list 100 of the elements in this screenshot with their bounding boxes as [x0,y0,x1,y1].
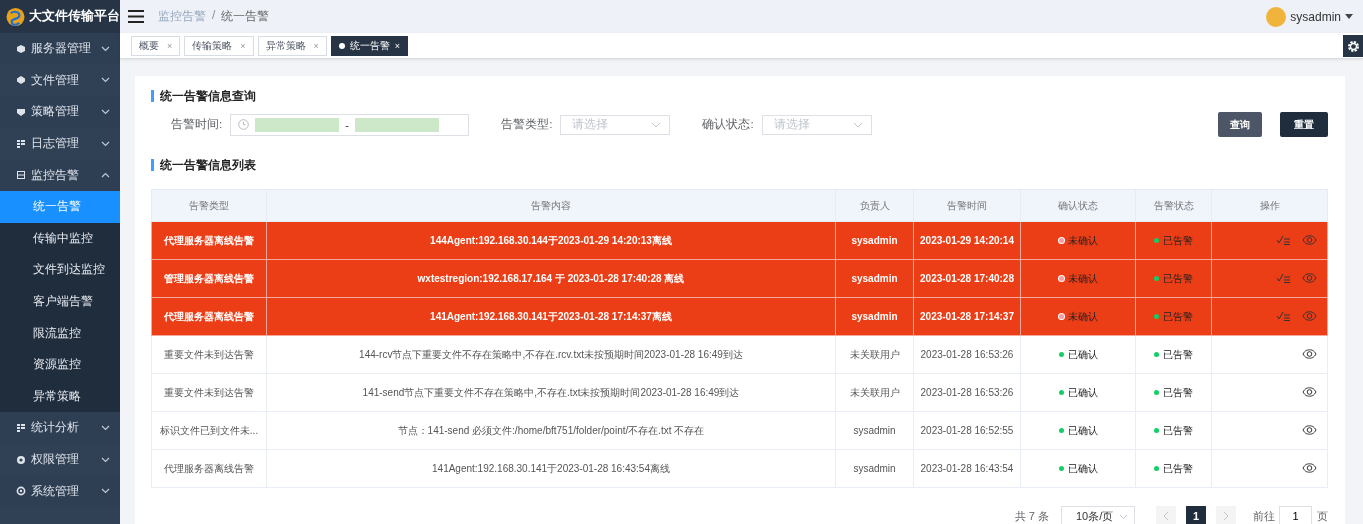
breadcrumb-separator: / [212,8,216,24]
search-button[interactable]: 查询 [1218,112,1262,137]
sidebar-item[interactable]: 资源监控 [0,348,120,381]
total-count: 共 7 条 [1014,508,1049,524]
check-list-icon[interactable] [1276,272,1290,283]
chevron-left-icon [1163,511,1169,521]
close-icon[interactable]: × [394,40,401,51]
field-label: 告警类型: [501,117,553,132]
table-cell: 代理服务器离线告警 [164,310,254,322]
tab-label: 异常策略 [265,38,306,53]
chevron-down-icon [651,121,662,128]
list-icon [16,138,26,149]
table-cell: sysadmin [851,235,898,246]
table-row[interactable]: 代理服务器离线告警 141Agent:192.168.30.141于2023-01-28 17:14:37离线 sysadmin 2023-01-28 17:14:37 未确认 已告警 [151,297,1328,336]
table-cell: 144Agent:192.168.30.144于2023-01-29 14:20:13离线 [430,234,672,246]
sidebar-item[interactable]: 客户端告警 [0,285,120,318]
sidebar-group-label: 统计分析 [31,419,80,437]
sidebar-group[interactable]: 文件管理 [0,64,120,97]
panel-icon [16,170,26,181]
chevron-down-icon [101,77,110,84]
chevron-down-icon [101,456,110,463]
user-name[interactable]: sysadmin [1290,9,1341,24]
shield-icon [16,107,26,117]
reset-button[interactable]: 重置 [1280,112,1328,137]
active-dot-icon [338,42,345,49]
column-header: 告警时间 [913,189,1021,222]
list-icon [16,422,26,433]
check-list-icon[interactable] [1276,310,1290,321]
tab[interactable]: 统一告警 × [330,35,409,56]
table-row[interactable]: 标识文件已到文件未... 节点：141-send 必须文件:/home/bft751/folder/point/不存在.txt 不存在 sysadmin 2023-01-28 16:52:55 已确认 已告警 [151,411,1328,450]
table-cell: sysadmin [851,273,898,284]
logo-icon [6,6,25,27]
table-row[interactable]: 代理服务器离线告警 144Agent:192.168.30.144于2023-01-29 14:20:13离线 sysadmin 2023-01-29 14:20:14 未确认 已告警 [151,221,1328,260]
column-header: 告警状态 [1135,189,1212,222]
goto-label: 前往 [1253,508,1275,524]
sidebar-item[interactable]: 传输中监控 [0,222,120,255]
page-button[interactable]: 1 [1186,506,1206,524]
eye-icon[interactable] [1302,462,1317,473]
table-row[interactable]: 代理服务器离线告警 141Agent:192.168.30.141于2023-01-28 16:43:54离线 sysadmin 2023-01-28 16:43:54 已确认 已告警 [151,449,1328,488]
table-row[interactable]: 重要文件未到达告警 144-rcv节点下重要文件不存在策略中,不存在.rcv.txt未按预期时间2023-01-28 16:49到达 未关联用户 2023-01-28 16:53:26 已确认 已告警 [151,335,1328,374]
status-text: 已告警 [1163,347,1193,362]
status-text: 已告警 [1163,461,1193,476]
table-cell: 2023-01-28 17:40:28 [920,273,1014,284]
sidebar-item[interactable]: 限流监控 [0,317,120,349]
sidebar-group-label: 文件管理 [31,71,80,89]
status-text: 已告警 [1163,271,1193,286]
table-cell: 2023-01-28 16:53:26 [920,349,1014,360]
status-text: 已告警 [1163,423,1193,438]
chevron-down-icon [101,140,110,147]
tab[interactable]: 传输策略 × [184,35,254,56]
tab-label: 传输策略 [192,38,233,53]
status-text: 已确认 [1067,385,1098,400]
chevron-up-icon [101,172,110,179]
clock-icon [238,119,250,130]
tab[interactable]: 概要 × [131,35,181,56]
table-cell: 144-rcv节点下重要文件不存在策略中,不存在.rcv.txt未按预期时间2023-01-28 16:49到达 [359,348,743,360]
chevron-right-icon [1223,511,1229,521]
breadcrumb-item: 统一告警 [221,8,270,25]
status-dot [1154,352,1159,357]
table-cell: 重要文件未到达告警 [164,348,254,360]
tab-label: 统一告警 [349,38,390,53]
table-cell: 未关联用户 [849,386,900,398]
settings-button[interactable] [1343,35,1363,57]
eye-icon[interactable] [1302,386,1317,397]
sidebar-item[interactable]: 异常策略 [0,380,120,413]
section-title: 统一告警信息查询 [151,90,1328,102]
settings-icon [1346,39,1360,53]
status-dot [1154,428,1159,433]
sidebar-group[interactable]: 权限管理 [0,443,120,476]
table-cell: sysadmin [851,311,898,322]
table-cell: 代理服务器离线告警 [164,234,254,246]
page-size-select[interactable]: 10条/页 [1061,506,1135,524]
table-cell: wxtestregion:192.168.17.164 于 2023-01-28 17:40:28 离线 [417,272,685,284]
status-dot [1154,238,1159,243]
tab[interactable]: 异常策略 × [257,35,327,56]
page-input[interactable]: 1 [1279,506,1312,524]
table-cell: 代理服务器离线告警 [164,462,254,474]
eye-icon[interactable] [1302,348,1317,359]
table-cell: 141Agent:192.168.30.141于2023-01-28 17:14:37离线 [430,310,672,322]
menu-icon [128,10,144,23]
field-label: 告警时间: [171,117,223,132]
table-cell: 2023-01-28 16:43:54 [920,463,1014,474]
status-text: 未确认 [1067,271,1098,286]
sidebar-group[interactable]: 日志管理 [0,127,120,160]
status-text: 已告警 [1163,233,1193,248]
date-range-field[interactable]: - [230,113,470,136]
table-cell: sysadmin [853,425,896,436]
status-text: 已告警 [1163,309,1193,324]
table-cell: 未关联用户 [849,348,900,360]
table-row[interactable]: 重要文件未到达告警 141-send节点下重要文件不存在策略中,不存在.txt未按预期时间2023-01-28 16:49到达 未关联用户 2023-01-28 16:53:26 已确认 已告警 [151,373,1328,412]
sidebar-group-label: 日志管理 [31,135,80,153]
sidebar-group-label: 系统管理 [31,482,80,500]
chevron-down-icon [101,424,110,431]
page-size-value: 10条/页 [1076,508,1114,524]
eye-icon[interactable] [1302,424,1317,435]
table-cell: 2023-01-28 16:53:26 [920,387,1014,398]
check-list-icon[interactable] [1276,234,1290,245]
table-row[interactable]: 管理服务器离线告警 wxtestregion:192.168.17.164 于 2023-01-28 17:40:28 离线 sysadmin 2023-01-28 17:40:28 未确认 已告警 [151,259,1328,298]
app-title: 大文件传输平台 [29,8,120,25]
sidebar-item[interactable]: 文件到达监控 [0,254,120,286]
